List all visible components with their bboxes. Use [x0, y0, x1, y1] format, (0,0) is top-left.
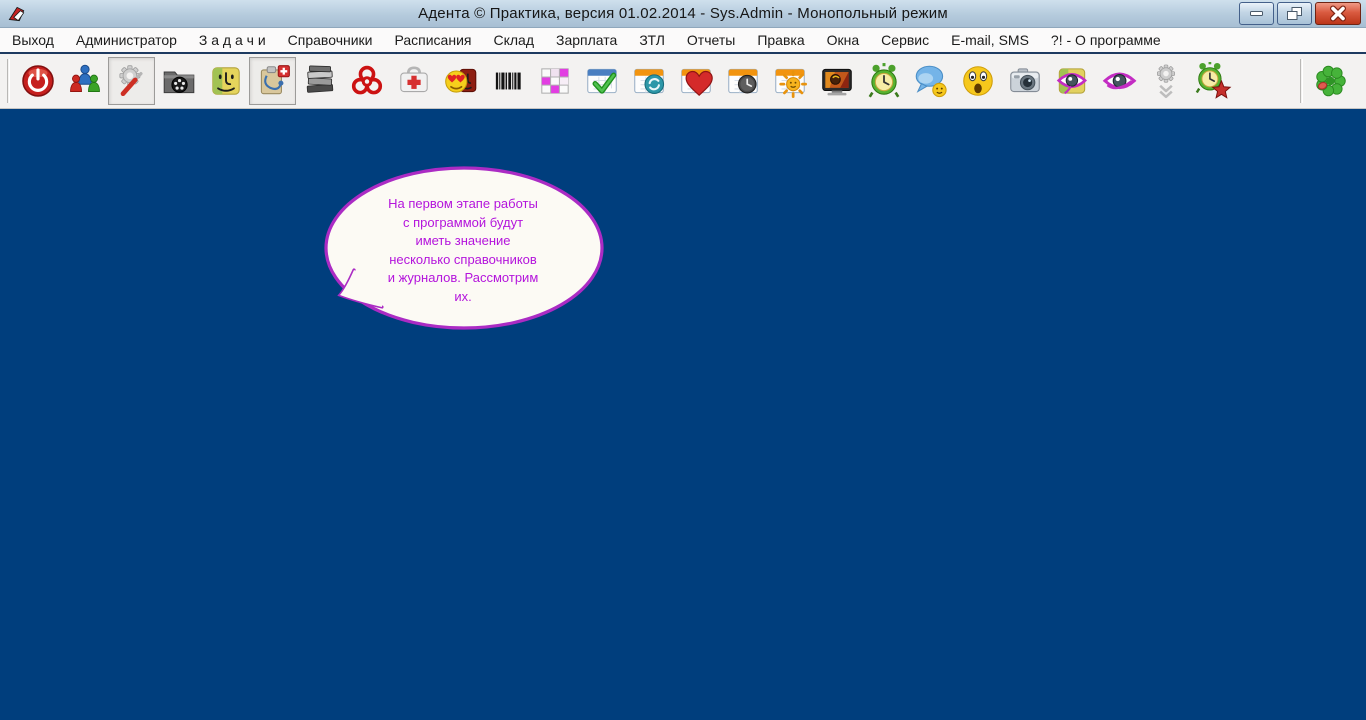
toolbar-button-gear-download[interactable]	[1142, 57, 1189, 105]
tooltip-bubble-text: На первом этапе работы с программой буду…	[387, 196, 539, 304]
toolbar-button-calendar-clock[interactable]	[719, 57, 766, 105]
restore-icon	[1287, 7, 1302, 20]
love-smiley-icon	[444, 68, 476, 93]
toolbar-button-first-aid[interactable]	[390, 57, 437, 105]
toolbar-grip	[7, 59, 10, 103]
menu-item-service[interactable]: Сервис	[870, 29, 940, 51]
surprised-emoji-icon	[962, 66, 993, 96]
toolbar-button-calendar-check[interactable]	[578, 57, 625, 105]
calendar-sun-icon	[774, 68, 807, 98]
toolbar-button-clover[interactable]	[1307, 57, 1354, 105]
medical-clipboard-icon	[260, 65, 290, 95]
tv-screen-icon	[821, 68, 852, 96]
minimize-icon	[1250, 11, 1263, 16]
schedule-grid-icon	[540, 68, 569, 94]
calendar-check-icon	[586, 68, 617, 94]
eye-finder-icon	[1056, 68, 1086, 95]
titlebar: Адента © Практика, версия 01.02.2014 - S…	[0, 0, 1366, 28]
menu-item-warehouse[interactable]: Склад	[482, 29, 545, 51]
first-aid-kit-icon	[399, 66, 428, 93]
calendar-clock-icon	[727, 68, 758, 94]
window-title: Адента © Практика, версия 01.02.2014 - S…	[418, 5, 948, 22]
menu-item-exit[interactable]: Выход	[1, 29, 65, 51]
window-controls	[1239, 2, 1361, 25]
menu-item-about[interactable]: ?! - О программе	[1040, 29, 1172, 51]
app-window: Адента © Практика, версия 01.02.2014 - S…	[0, 0, 1366, 720]
toolbar-button-medical-card[interactable]	[249, 57, 296, 105]
toolbar-button-calendar-refresh[interactable]	[625, 57, 672, 105]
toolbar-button-barcode[interactable]	[484, 57, 531, 105]
toolbar-button-alarm-star[interactable]	[1189, 57, 1236, 105]
alarm-clock-icon	[867, 62, 900, 99]
chat-bubbles-icon	[915, 65, 947, 98]
users-icon	[69, 64, 100, 93]
tools-gear-screwdriver-icon	[114, 62, 145, 97]
restore-button[interactable]	[1277, 2, 1312, 25]
calendar-refresh-icon	[633, 68, 664, 94]
close-button[interactable]	[1315, 2, 1361, 25]
finder-face-icon	[211, 67, 240, 95]
toolbar-button-biohazard[interactable]	[343, 57, 390, 105]
menubar: Выход Администратор З а д а ч и Справочн…	[0, 28, 1366, 54]
toolbar-button-eye[interactable]	[1095, 57, 1142, 105]
menu-item-edit[interactable]: Правка	[746, 29, 815, 51]
toolbar-button-schedule-grid[interactable]	[531, 57, 578, 105]
toolbar-button-calendar-sun[interactable]	[766, 57, 813, 105]
gear-download-icon	[1152, 62, 1179, 99]
camera-icon	[1009, 68, 1040, 93]
menu-item-directories[interactable]: Справочники	[277, 29, 384, 51]
barcode-icon	[495, 72, 521, 90]
toolbar-button-tools[interactable]	[108, 57, 155, 105]
toolbar-button-users[interactable]	[61, 57, 108, 105]
calendar-heart-icon	[680, 68, 713, 97]
toolbar-button-chat[interactable]	[907, 57, 954, 105]
toolbar-button-camera[interactable]	[1001, 57, 1048, 105]
menu-item-ztl[interactable]: ЗТЛ	[628, 29, 676, 51]
menu-item-tasks[interactable]: З а д а ч и	[188, 29, 277, 51]
books-stack-icon	[306, 65, 333, 93]
menu-item-salary[interactable]: Зарплата	[545, 29, 628, 51]
close-icon	[1330, 5, 1346, 22]
toolbar-button-calendar-heart[interactable]	[672, 57, 719, 105]
menu-item-schedules[interactable]: Расписания	[384, 29, 483, 51]
toolbar-button-video-folder[interactable]	[155, 57, 202, 105]
toolbar-grip-right	[1300, 59, 1303, 103]
toolbar-button-power[interactable]	[14, 57, 61, 105]
menu-item-email-sms[interactable]: E-mail, SMS	[940, 29, 1040, 51]
toolbar-button-surprised[interactable]	[954, 57, 1001, 105]
desktop: На первом этапе работы с программой буду…	[0, 109, 1366, 720]
toolbar-button-eye-finder[interactable]	[1048, 57, 1095, 105]
toolbar-button-alarm[interactable]	[860, 57, 907, 105]
power-icon	[21, 65, 54, 97]
toolbar-button-archive[interactable]	[296, 57, 343, 105]
video-folder-icon	[163, 71, 194, 94]
toolbar-button-tv[interactable]	[813, 57, 860, 105]
clover-flower-icon	[1315, 65, 1346, 97]
minimize-button[interactable]	[1239, 2, 1274, 25]
toolbar	[0, 54, 1366, 109]
biohazard-icon	[351, 65, 382, 95]
alarm-star-icon	[1195, 62, 1231, 99]
toolbar-section-right	[1293, 57, 1354, 105]
toolbar-button-finder[interactable]	[202, 57, 249, 105]
menu-item-reports[interactable]: Отчеты	[676, 29, 746, 51]
toolbar-button-love-smiley[interactable]	[437, 57, 484, 105]
menu-item-windows[interactable]: Окна	[816, 29, 871, 51]
eye-icon	[1102, 72, 1136, 90]
menu-item-administrator[interactable]: Администратор	[65, 29, 188, 51]
